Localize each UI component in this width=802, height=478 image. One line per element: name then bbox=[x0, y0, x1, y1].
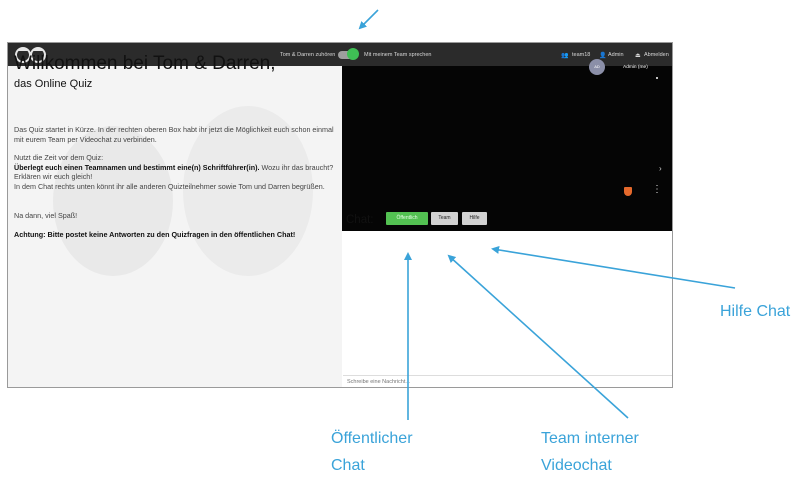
public-chat-annotation-line1: Öffentlicher bbox=[331, 430, 413, 447]
team-video-arrow bbox=[447, 254, 629, 419]
help-chat-arrow bbox=[491, 246, 736, 289]
toggle-pointer-arrow bbox=[358, 9, 379, 30]
public-chat-annotation-line2: Chat bbox=[331, 457, 365, 474]
team-video-annotation-line2: Videochat bbox=[541, 457, 612, 474]
team-video-annotation-line1: Team interner bbox=[541, 430, 639, 447]
annotation-arrows bbox=[358, 9, 736, 420]
help-chat-annotation: Hilfe Chat bbox=[720, 303, 791, 320]
